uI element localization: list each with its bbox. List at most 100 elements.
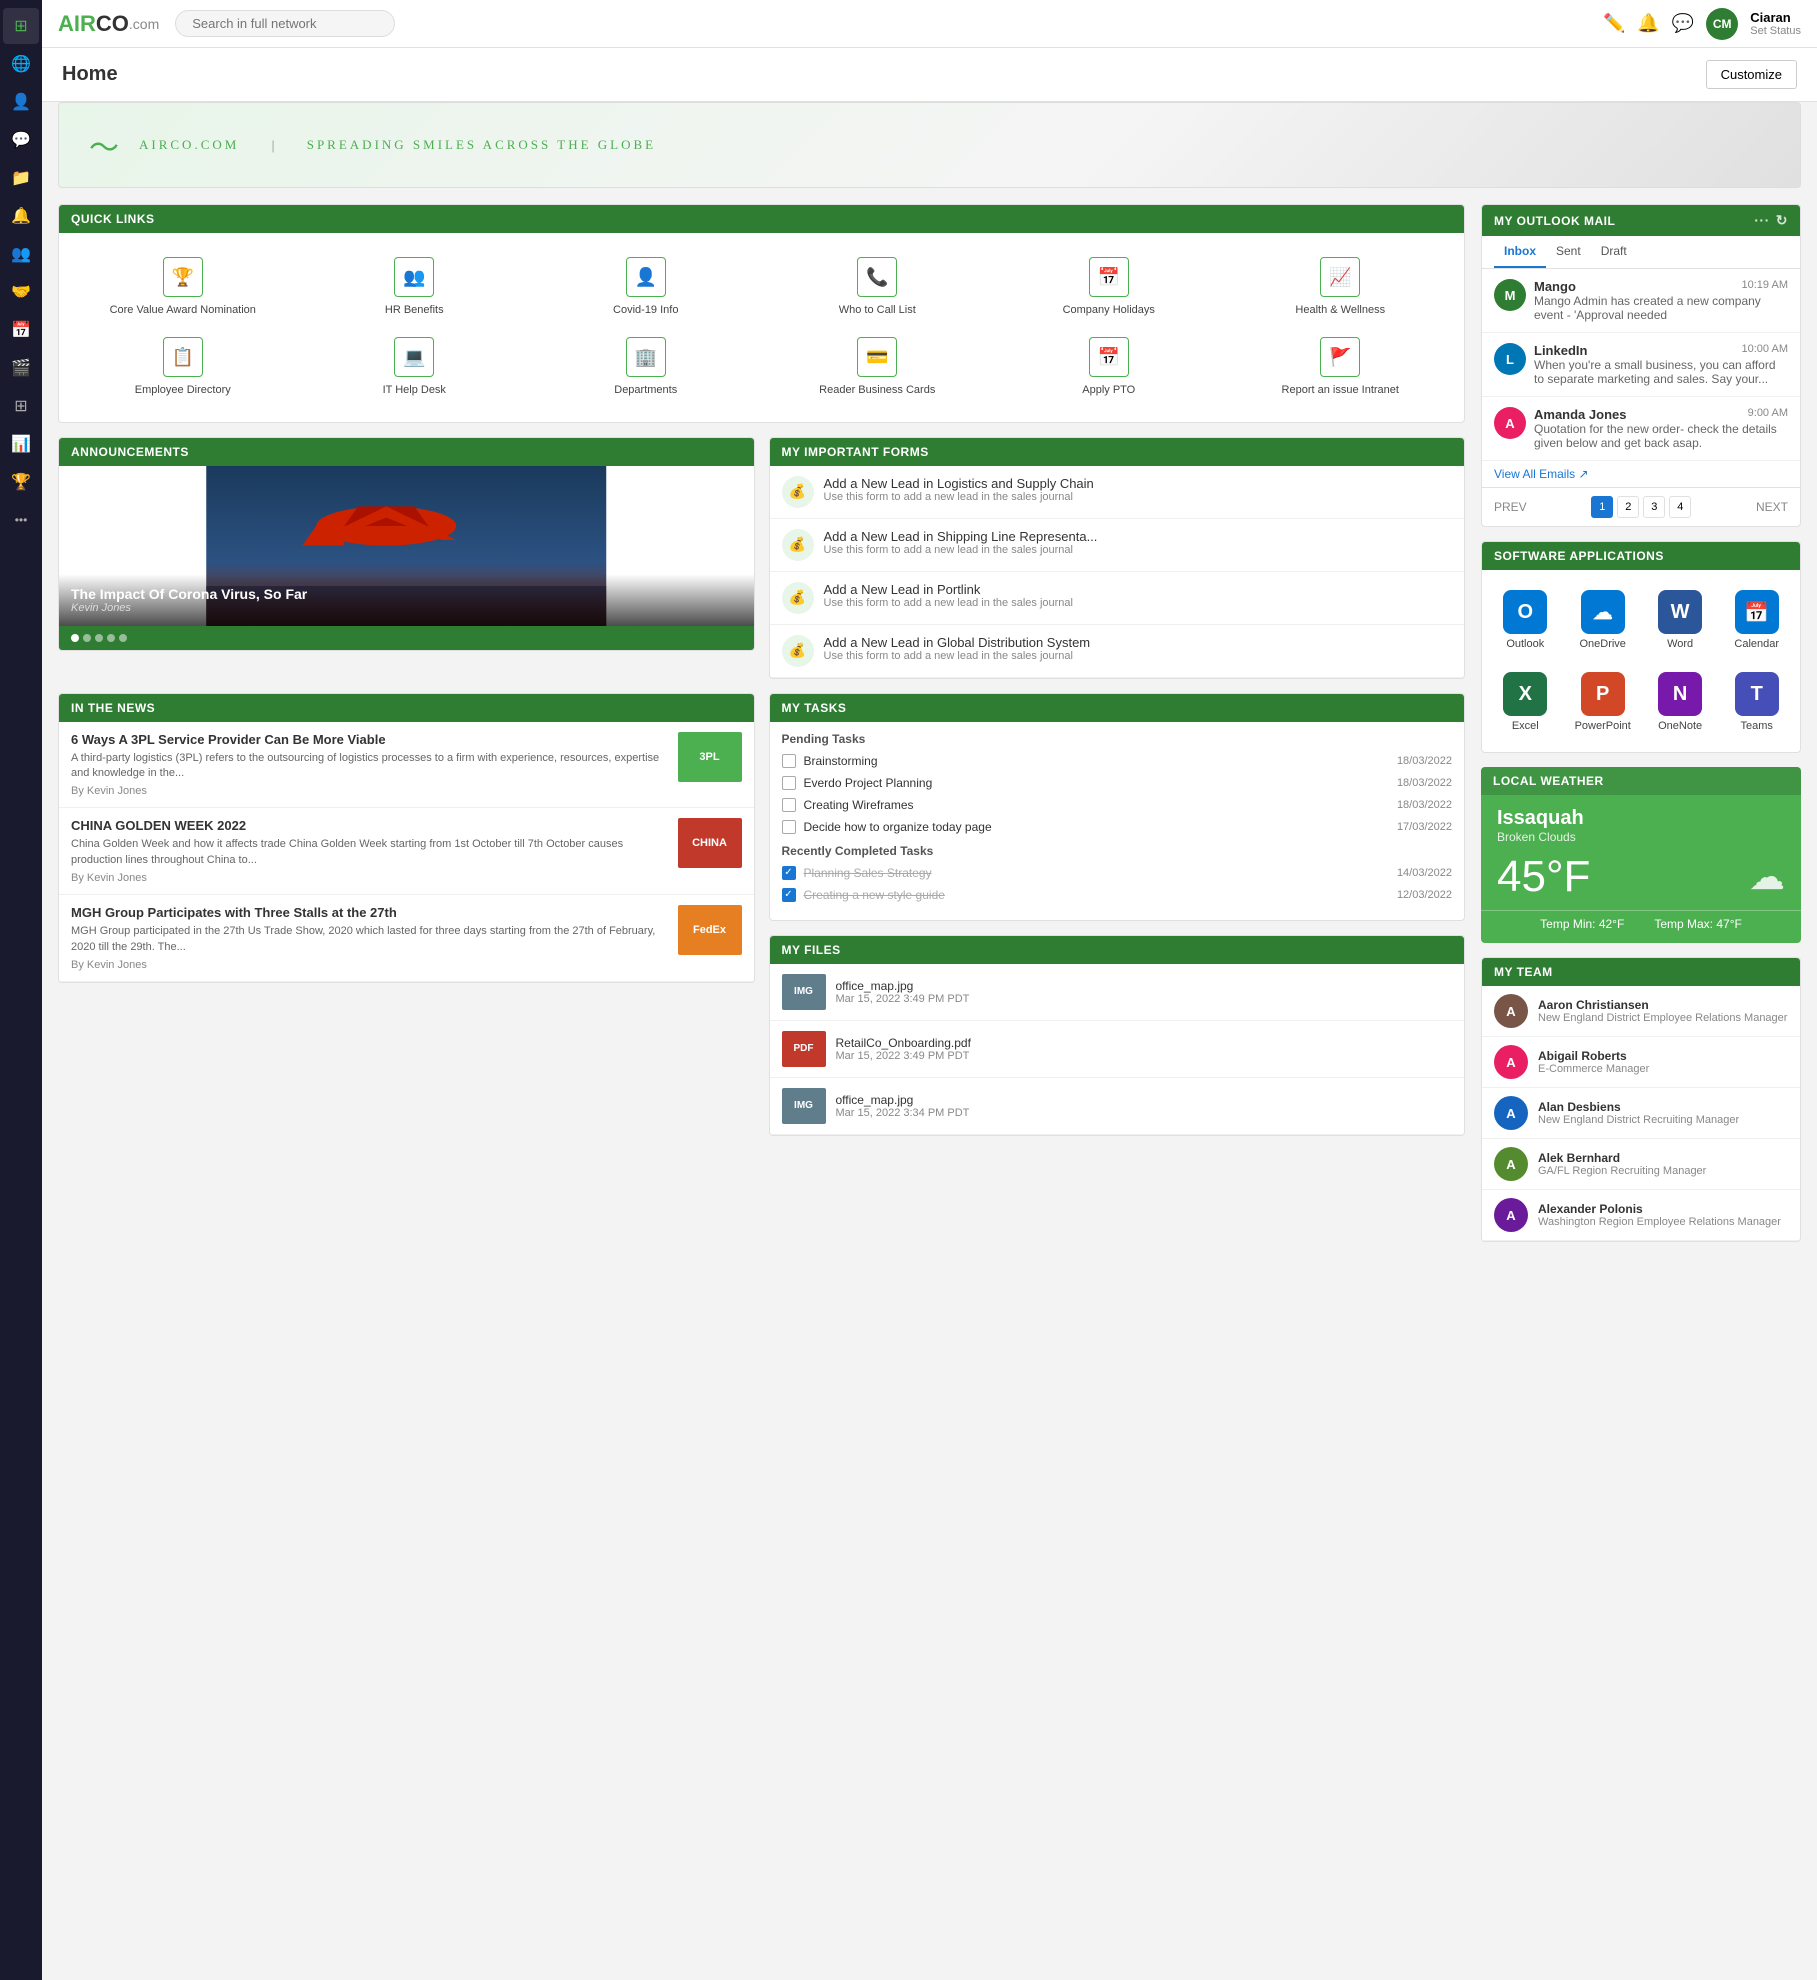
sidebar-item-grid2[interactable]: ⊞ [3, 388, 39, 424]
form-item[interactable]: 💰 Add a New Lead in Global Distribution … [770, 625, 1465, 678]
news-text: CHINA GOLDEN WEEK 2022 China Golden Week… [71, 818, 668, 884]
quick-link-item[interactable]: 👥 HR Benefits [299, 247, 531, 327]
mail-page-2[interactable]: 2 [1617, 496, 1639, 518]
announcement-dots [59, 626, 754, 650]
mail-next[interactable]: NEXT [1756, 500, 1788, 514]
sidebar-item-trophy[interactable]: 🏆 [3, 464, 39, 500]
task-checkbox[interactable] [782, 776, 796, 790]
logo-co: CO [96, 11, 129, 37]
customize-button[interactable]: Customize [1706, 60, 1797, 89]
sidebar-item-chat[interactable]: 💬 [3, 122, 39, 158]
task-checkbox[interactable] [782, 754, 796, 768]
mail-page-1[interactable]: 1 [1591, 496, 1613, 518]
sidebar-item-calendar[interactable]: 📅 [3, 312, 39, 348]
mail-item[interactable]: M Mango 10:19 AM Mango Admin has created… [1482, 269, 1800, 333]
mail-tab-inbox[interactable]: Inbox [1494, 236, 1546, 268]
task-item[interactable]: Decide how to organize today page 17/03/… [782, 820, 1453, 834]
mail-item[interactable]: L LinkedIn 10:00 AM When you're a small … [1482, 333, 1800, 397]
app-item-teams[interactable]: T Teams [1723, 666, 1790, 738]
task-checkbox[interactable] [782, 798, 796, 812]
task-item[interactable]: Everdo Project Planning 18/03/2022 [782, 776, 1453, 790]
avatar[interactable]: CM [1706, 8, 1738, 40]
sidebar-item-folder[interactable]: 📁 [3, 160, 39, 196]
form-item[interactable]: 💰 Add a New Lead in Shipping Line Repres… [770, 519, 1465, 572]
main-wrapper: AIRCO.com ✏️ 🔔 💬 CM Ciaran Set Status Ho… [42, 0, 1817, 1980]
outlook-menu-icon[interactable]: ··· [1754, 212, 1770, 229]
app-item-outlook[interactable]: O Outlook [1492, 584, 1559, 656]
task-checkbox[interactable] [782, 820, 796, 834]
task-checkbox-checked[interactable]: ✓ [782, 888, 796, 902]
form-item[interactable]: 💰 Add a New Lead in Portlink Use this fo… [770, 572, 1465, 625]
team-item[interactable]: A Aaron Christiansen New England Distric… [1482, 986, 1800, 1037]
weather-card: LOCAL WEATHER Issaquah Broken Clouds 45°… [1481, 767, 1801, 943]
quick-link-item[interactable]: 📅 Company Holidays [993, 247, 1225, 327]
sidebar-item-group[interactable]: 👥 [3, 236, 39, 272]
mail-tab-draft[interactable]: Draft [1591, 236, 1637, 268]
dot-3[interactable] [95, 634, 103, 642]
file-item[interactable]: IMG office_map.jpg Mar 15, 2022 3:49 PM … [770, 964, 1465, 1021]
news-item[interactable]: CHINA GOLDEN WEEK 2022 China Golden Week… [59, 808, 754, 895]
sidebar-item-chart[interactable]: 📊 [3, 426, 39, 462]
search-input[interactable] [175, 10, 395, 37]
task-item[interactable]: Creating Wireframes 18/03/2022 [782, 798, 1453, 812]
user-status[interactable]: Set Status [1750, 25, 1801, 37]
app-item-excel[interactable]: X Excel [1492, 666, 1559, 738]
outlook-refresh-icon[interactable]: ↻ [1776, 212, 1788, 229]
messages-icon[interactable]: 💬 [1672, 13, 1694, 34]
team-item[interactable]: A Alek Bernhard GA/FL Region Recruiting … [1482, 1139, 1800, 1190]
news-item[interactable]: 6 Ways A 3PL Service Provider Can Be Mor… [59, 722, 754, 809]
sidebar-item-more[interactable]: ••• [3, 502, 39, 538]
task-item-completed[interactable]: ✓ Planning Sales Strategy 14/03/2022 [782, 866, 1453, 880]
file-item[interactable]: PDF RetailCo_Onboarding.pdf Mar 15, 2022… [770, 1021, 1465, 1078]
file-item[interactable]: IMG office_map.jpg Mar 15, 2022 3:34 PM … [770, 1078, 1465, 1135]
form-item[interactable]: 💰 Add a New Lead in Logistics and Supply… [770, 466, 1465, 519]
app-item-powerpoint[interactable]: P PowerPoint [1569, 666, 1637, 738]
view-all-emails[interactable]: View All Emails ↗ [1482, 461, 1800, 487]
mail-page-4[interactable]: 4 [1669, 496, 1691, 518]
team-item[interactable]: A Abigail Roberts E-Commerce Manager [1482, 1037, 1800, 1088]
sidebar-item-home[interactable]: ⊞ [3, 8, 39, 44]
mail-tab-sent[interactable]: Sent [1546, 236, 1591, 268]
quick-link-item[interactable]: 🚩 Report an issue Intranet [1225, 327, 1457, 407]
outlook-header: MY OUTLOOK MAIL ··· ↻ [1482, 205, 1800, 236]
dot-5[interactable] [119, 634, 127, 642]
sidebar-item-network[interactable]: 🤝 [3, 274, 39, 310]
news-thumb: FedEx [678, 905, 742, 955]
app-item-onenote[interactable]: N OneNote [1647, 666, 1714, 738]
task-item[interactable]: Brainstorming 18/03/2022 [782, 754, 1453, 768]
quick-link-item[interactable]: 🏆 Core Value Award Nomination [67, 247, 299, 327]
quick-link-item[interactable]: 👤 Covid-19 Info [530, 247, 762, 327]
quick-link-item[interactable]: 📅 Apply PTO [993, 327, 1225, 407]
sidebar-item-video[interactable]: 🎬 [3, 350, 39, 386]
app-item-onedrive[interactable]: ☁ OneDrive [1569, 584, 1637, 656]
mail-prev[interactable]: PREV [1494, 500, 1527, 514]
quick-link-item[interactable]: 📋 Employee Directory [67, 327, 299, 407]
apps-card: SOFTWARE APPLICATIONS O Outlook ☁ OneDri… [1481, 541, 1801, 753]
dot-4[interactable] [107, 634, 115, 642]
task-item-completed[interactable]: ✓ Creating a new style guide 12/03/2022 [782, 888, 1453, 902]
team-item[interactable]: A Alexander Polonis Washington Region Em… [1482, 1190, 1800, 1241]
sidebar-item-bell[interactable]: 🔔 [3, 198, 39, 234]
edit-icon[interactable]: ✏️ [1603, 13, 1625, 34]
quick-link-item[interactable]: 🏢 Departments [530, 327, 762, 407]
mail-page-3[interactable]: 3 [1643, 496, 1665, 518]
news-item[interactable]: MGH Group Participates with Three Stalls… [59, 895, 754, 982]
mail-item[interactable]: A Amanda Jones 9:00 AM Quotation for the… [1482, 397, 1800, 461]
quick-link-item[interactable]: 💳 Reader Business Cards [762, 327, 994, 407]
quick-link-item[interactable]: 📈 Health & Wellness [1225, 247, 1457, 327]
mail-sender: LinkedIn [1534, 343, 1587, 358]
logo-domain: .com [129, 16, 159, 32]
sidebar-item-user[interactable]: 👤 [3, 84, 39, 120]
quick-link-item[interactable]: 📞 Who to Call List [762, 247, 994, 327]
team-item[interactable]: A Alan Desbiens New England District Rec… [1482, 1088, 1800, 1139]
dot-1[interactable] [71, 634, 79, 642]
task-checkbox-checked[interactable]: ✓ [782, 866, 796, 880]
app-item-word[interactable]: W Word [1647, 584, 1714, 656]
quick-link-item[interactable]: 💻 IT Help Desk [299, 327, 531, 407]
file-name: office_map.jpg [836, 1093, 970, 1107]
quick-link-label: HR Benefits [385, 303, 444, 317]
dot-2[interactable] [83, 634, 91, 642]
sidebar-item-globe[interactable]: 🌐 [3, 46, 39, 82]
notifications-icon[interactable]: 🔔 [1637, 13, 1659, 34]
app-item-calendar[interactable]: 📅 Calendar [1723, 584, 1790, 656]
